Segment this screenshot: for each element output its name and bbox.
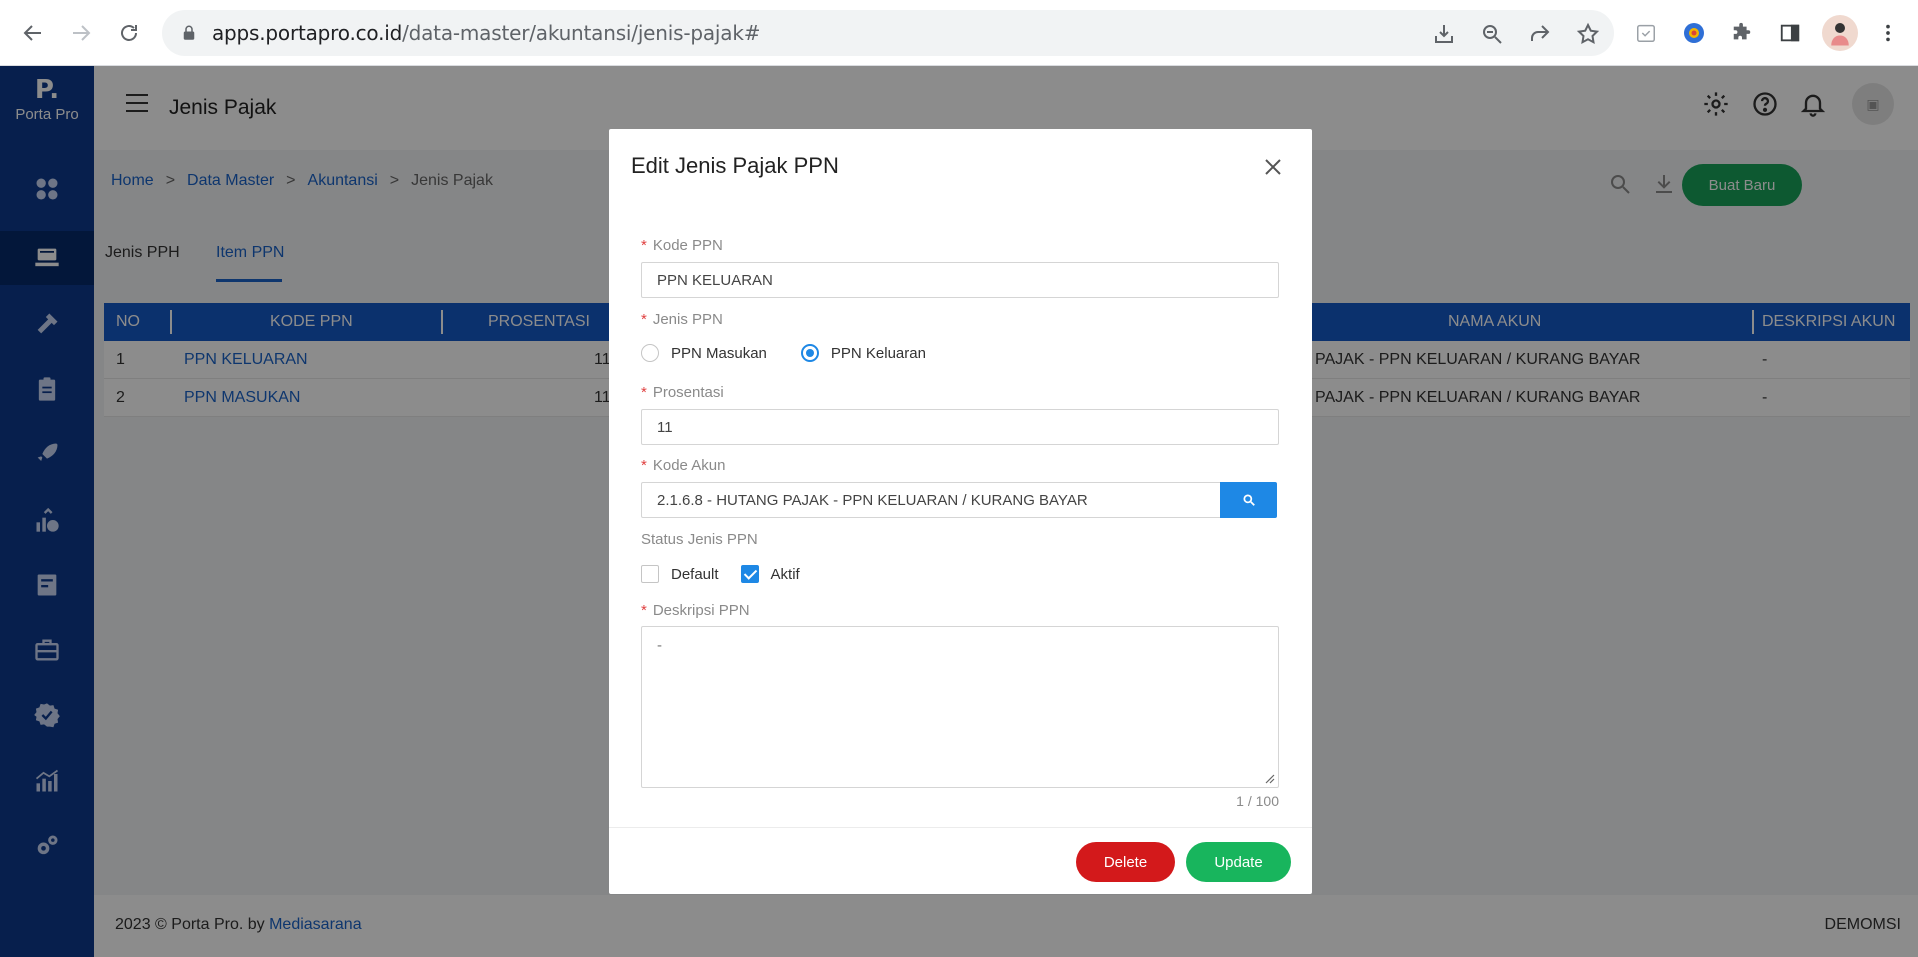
jenis-ppn-label-text: Jenis PPN xyxy=(652,311,723,328)
extensions-puzzle-icon[interactable] xyxy=(1728,19,1756,47)
checkbox-aktif-label[interactable]: Aktif xyxy=(771,566,800,583)
url-path: /data-master/akuntansi/jenis-pajak# xyxy=(402,21,761,45)
deskripsi-ppn-label-text: Deskripsi PPN xyxy=(652,602,750,619)
share-icon[interactable] xyxy=(1528,22,1552,46)
extension-browser-icon[interactable] xyxy=(1680,19,1708,47)
delete-button[interactable]: Delete xyxy=(1076,842,1175,882)
status-checkbox-group: Default Aktif xyxy=(641,565,800,583)
required-mark: * xyxy=(641,237,647,254)
resize-handle-icon[interactable] xyxy=(1265,774,1275,784)
jenis-ppn-radio-group: PPN Masukan PPN Keluaran xyxy=(641,344,926,362)
kode-akun-search-button[interactable] xyxy=(1220,482,1277,518)
forward-icon[interactable] xyxy=(64,16,98,50)
bookmark-star-icon[interactable] xyxy=(1576,22,1600,46)
lock-icon xyxy=(183,25,195,40)
modal-title: Edit Jenis Pajak PPN xyxy=(631,153,839,178)
kode-akun-input[interactable]: 2.1.6.8 - HUTANG PAJAK - PPN KELUARAN / … xyxy=(641,482,1222,518)
reload-icon[interactable] xyxy=(112,16,146,50)
install-app-icon[interactable] xyxy=(1432,22,1456,46)
browser-menu-icon[interactable] xyxy=(1874,19,1902,47)
radio-ppn-masukan[interactable] xyxy=(641,344,659,362)
url-text: apps.portapro.co.id/data-master/akuntans… xyxy=(212,21,760,45)
required-mark: * xyxy=(641,384,647,401)
prosentasi-input[interactable]: 11 xyxy=(641,409,1279,445)
back-icon[interactable] xyxy=(16,16,50,50)
search-icon xyxy=(1242,494,1255,506)
profile-avatar[interactable] xyxy=(1822,15,1858,51)
side-panel-icon[interactable] xyxy=(1776,19,1804,47)
update-button[interactable]: Update xyxy=(1186,842,1291,882)
required-mark: * xyxy=(641,311,647,328)
jenis-ppn-label: * Jenis PPN xyxy=(641,311,723,328)
required-mark: * xyxy=(641,602,647,619)
radio-ppn-keluaran-label[interactable]: PPN Keluaran xyxy=(831,345,926,362)
radio-ppn-keluaran[interactable] xyxy=(800,344,819,362)
prosentasi-label: * Prosentasi xyxy=(641,384,724,401)
kode-ppn-label-text: Kode PPN xyxy=(652,237,723,254)
browser-chrome: apps.portapro.co.id/data-master/akuntans… xyxy=(0,0,1918,66)
kode-ppn-input[interactable]: PPN KELUARAN xyxy=(641,262,1279,298)
checkbox-default-label[interactable]: Default xyxy=(671,566,719,583)
character-counter: 1 / 100 xyxy=(1236,793,1279,809)
radio-ppn-masukan-label[interactable]: PPN Masukan xyxy=(671,345,767,362)
kode-ppn-label: * Kode PPN xyxy=(641,237,723,254)
url-host: apps.portapro.co.id xyxy=(212,21,403,45)
modal-footer-divider xyxy=(609,827,1312,828)
extension-calendar-icon[interactable] xyxy=(1632,19,1660,47)
deskripsi-ppn-textarea[interactable]: - xyxy=(641,626,1279,788)
checkbox-aktif[interactable] xyxy=(740,565,759,583)
deskripsi-ppn-label: * Deskripsi PPN xyxy=(641,602,750,619)
prosentasi-label-text: Prosentasi xyxy=(652,384,724,401)
close-icon[interactable] xyxy=(1261,155,1285,179)
checkbox-default[interactable] xyxy=(641,565,659,583)
kode-akun-label-text: Kode Akun xyxy=(652,457,726,474)
required-mark: * xyxy=(641,457,647,474)
kode-akun-label: * Kode Akun xyxy=(641,457,725,474)
edit-ppn-modal: Edit Jenis Pajak PPN * Kode PPN PPN KELUA… xyxy=(609,129,1312,894)
deskripsi-ppn-value: - xyxy=(657,637,662,654)
address-bar[interactable]: apps.portapro.co.id/data-master/akuntans… xyxy=(162,10,1614,56)
zoom-out-icon[interactable] xyxy=(1480,22,1504,46)
status-jenis-ppn-label: Status Jenis PPN xyxy=(641,531,758,548)
